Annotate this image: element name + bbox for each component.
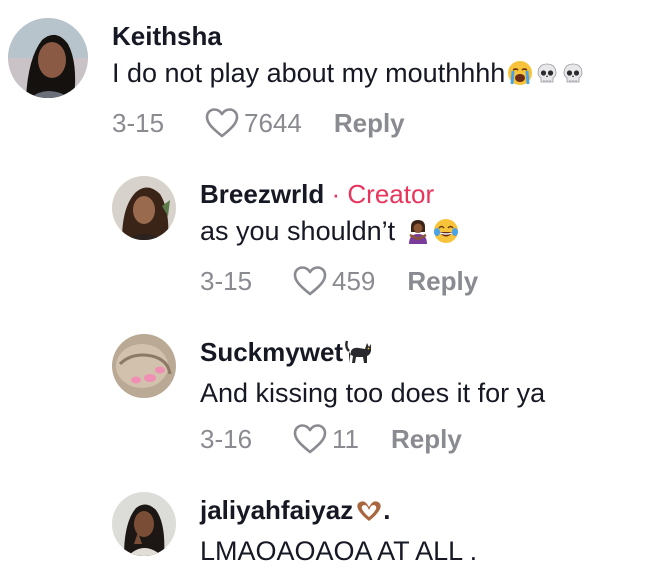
black-cat-icon <box>345 339 373 372</box>
avatar[interactable] <box>112 176 176 240</box>
like-button[interactable]: 7644 <box>204 107 302 139</box>
comment-text-content: LMAOAOAOA AT ALL . <box>200 536 478 566</box>
like-button[interactable]: 11 <box>292 423 359 455</box>
person-gesturing-no-icon <box>405 218 431 252</box>
reply-button[interactable]: Reply <box>391 424 462 455</box>
comment-username[interactable]: Keithsha <box>112 20 585 52</box>
heart-outline-icon[interactable] <box>204 107 240 139</box>
face-with-tears-of-joy-icon <box>433 218 459 252</box>
like-count: 7644 <box>244 107 302 138</box>
like-button[interactable]: 459 <box>292 265 375 297</box>
comment-text-content: I do not play about my mouthhhh <box>112 58 506 88</box>
comment-text-content: as you shouldn’t <box>200 216 396 246</box>
comment-date: 3-15 <box>200 265 253 296</box>
comment-username: jaliyahfaiyaz . <box>200 494 477 530</box>
reply-button[interactable]: Reply <box>334 108 405 139</box>
comment-username-text[interactable]: Suckmywet <box>200 337 343 367</box>
comment-username-text[interactable]: Breezwrld <box>200 179 324 209</box>
comment-meta: 3-16 11 Reply <box>200 422 545 456</box>
comment-text: I do not play about my mouthhhh <box>112 56 585 94</box>
comment-text: LMAOAOAOA AT ALL . <box>200 534 477 568</box>
comment-date: 3-16 <box>200 423 253 454</box>
heart-hands-icon <box>355 498 383 530</box>
comment-username: Breezwrld · Creator <box>200 178 478 210</box>
skull-icon <box>561 60 585 94</box>
username-suffix: . <box>383 495 391 525</box>
creator-badge: Creator <box>347 179 435 209</box>
skull-icon <box>535 60 559 94</box>
comment-text: as you shouldn’t <box>200 214 478 252</box>
comment-username-text[interactable]: jaliyahfaiyaz <box>200 495 353 525</box>
comment-date: 3-15 <box>112 107 165 138</box>
comment-text: And kissing too does it for ya <box>200 376 545 410</box>
separator-dot: · <box>331 179 341 209</box>
comment-username: Suckmywet <box>200 336 545 372</box>
heart-outline-icon[interactable] <box>292 423 328 455</box>
loudly-crying-face-icon <box>507 60 533 94</box>
like-count: 11 <box>332 423 359 454</box>
like-count: 459 <box>332 265 376 296</box>
avatar[interactable] <box>112 334 176 398</box>
avatar[interactable] <box>8 18 88 98</box>
comment-text-content: And kissing too does it for ya <box>200 378 546 408</box>
comment-meta: 3-15 7644 Reply <box>112 106 585 140</box>
reply-button[interactable]: Reply <box>407 266 478 297</box>
comment-meta: 3-15 459 Reply <box>200 264 478 298</box>
heart-outline-icon[interactable] <box>292 265 328 297</box>
avatar[interactable] <box>112 492 176 556</box>
